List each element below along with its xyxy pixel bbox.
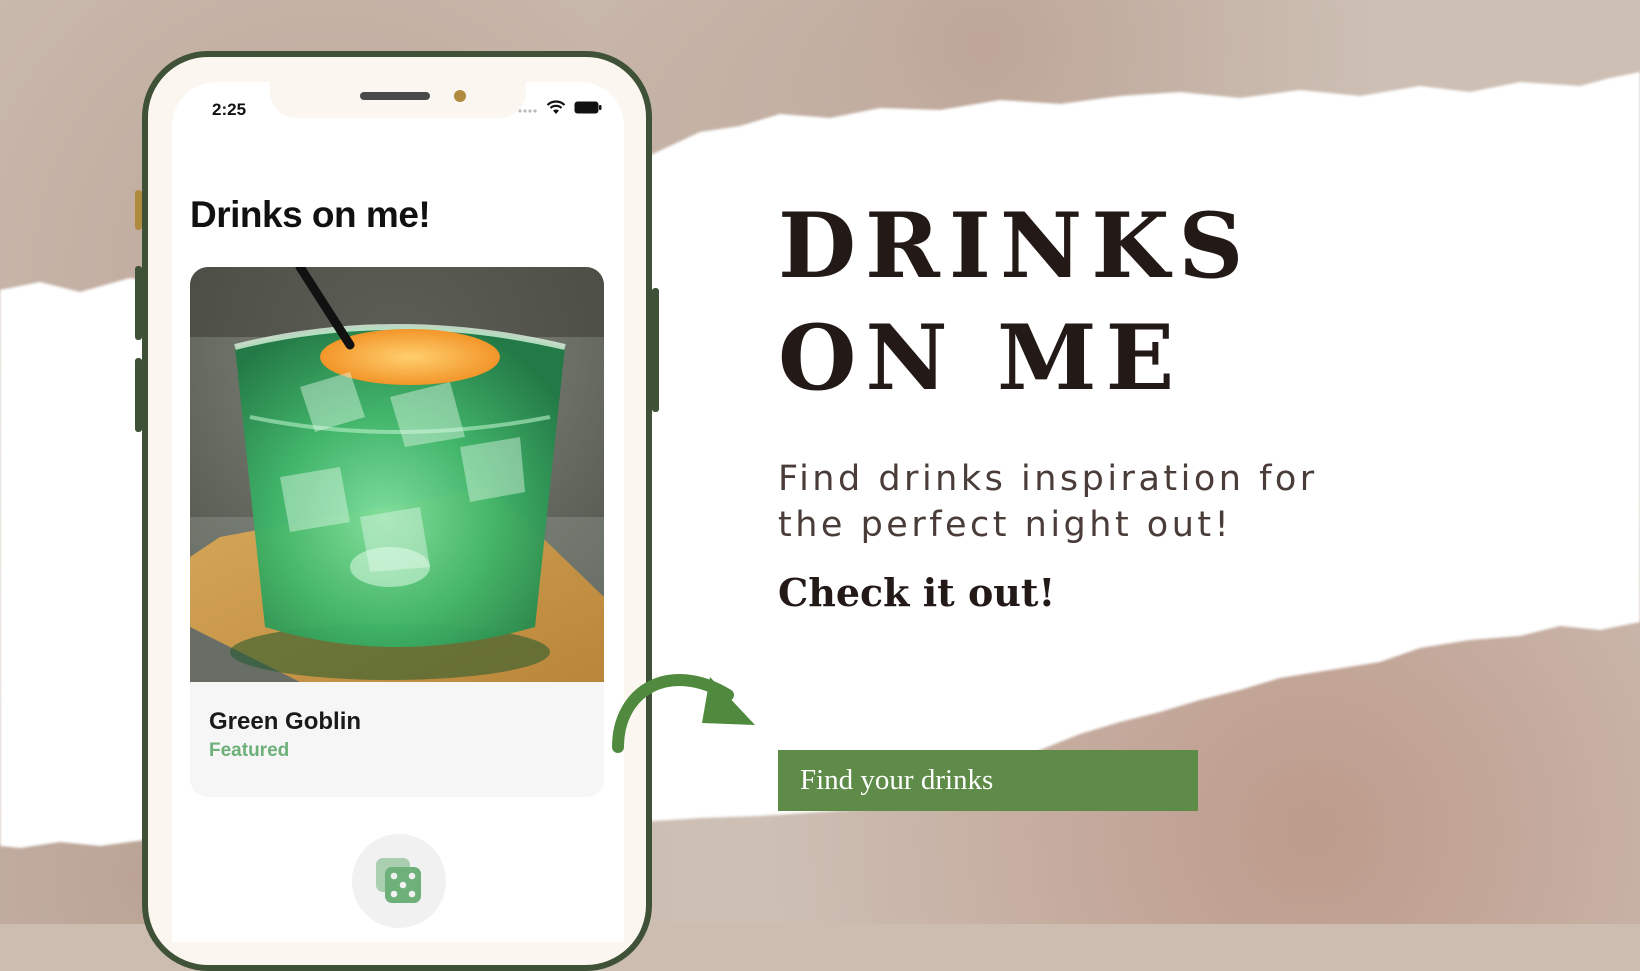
phone-notch	[270, 82, 526, 118]
phone-screen: 2:25 Drinks on me! Green Goblin Featured	[172, 82, 624, 942]
signal-icon	[518, 101, 538, 119]
status-time: 2:25	[212, 100, 247, 119]
phone-power-button	[652, 288, 659, 412]
random-drink-button[interactable]	[352, 834, 446, 928]
hero-title: DRINKS ON ME	[778, 193, 1253, 411]
check-it-out-text: Check it out!	[778, 570, 1056, 615]
drink-image	[190, 267, 604, 682]
status-icons	[518, 100, 602, 120]
phone-mute-switch	[135, 190, 142, 230]
find-drinks-button[interactable]: Find your drinks	[778, 750, 1198, 811]
dice-icon	[376, 858, 421, 903]
app-title: Drinks on me!	[190, 194, 431, 235]
drink-name: Green Goblin	[209, 708, 362, 735]
phone-volume-down	[135, 358, 142, 432]
wifi-icon	[546, 100, 566, 120]
hero-subtitle: Find drinks inspiration for the perfect …	[778, 459, 1318, 545]
curved-arrow-icon	[612, 674, 755, 753]
phone-volume-up	[135, 266, 142, 340]
featured-tag: Featured	[209, 740, 290, 761]
drink-card[interactable]: Green Goblin Featured	[190, 267, 604, 797]
battery-icon	[574, 101, 602, 119]
front-camera	[454, 90, 466, 102]
speaker-grille	[360, 92, 430, 100]
